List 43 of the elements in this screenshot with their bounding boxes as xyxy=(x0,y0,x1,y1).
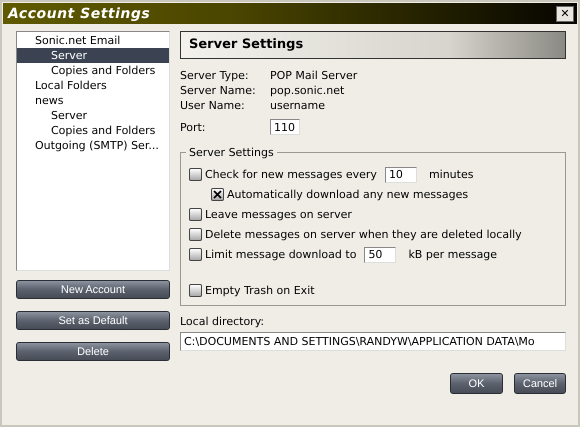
side-button[interactable]: Set as Default xyxy=(16,311,170,330)
window-title: Account Settings xyxy=(8,6,150,22)
checkbox[interactable] xyxy=(189,284,202,297)
checkbox[interactable] xyxy=(189,248,202,261)
dialog-button[interactable]: OK xyxy=(450,373,503,394)
port-label: Port: xyxy=(180,120,207,134)
option-label: Delete messages on server when they are deleted locally xyxy=(205,228,522,241)
local-directory-field[interactable]: C:\DOCUMENTS AND SETTINGS\RANDYW\APPLICATION DATA\Mo xyxy=(180,332,566,351)
tree-item[interactable]: Copies and Folders xyxy=(17,123,169,138)
checkbox[interactable] xyxy=(189,208,202,221)
info-value: POP Mail Server xyxy=(270,68,358,83)
tree-item[interactable]: Sonic.net Email xyxy=(17,33,169,48)
option-suffix: kB per message xyxy=(408,248,498,261)
tree-item[interactable]: Outgoing (SMTP) Ser... xyxy=(17,138,169,153)
number-field[interactable]: 10 xyxy=(384,166,417,182)
option-label: Leave messages on server xyxy=(205,208,352,221)
tree-item[interactable]: Copies and Folders xyxy=(17,63,169,78)
tree-item[interactable]: Server xyxy=(17,48,169,63)
checkbox[interactable] xyxy=(211,188,224,201)
info-label: Server Name: xyxy=(180,83,257,98)
option-label: Empty Trash on Exit xyxy=(205,284,315,297)
checkbox[interactable] xyxy=(189,228,202,241)
number-field[interactable]: 50 xyxy=(364,246,396,262)
side-button[interactable]: New Account xyxy=(16,280,170,299)
tree-item[interactable]: Server xyxy=(17,108,169,123)
section-header: Server Settings xyxy=(180,31,566,59)
checkbox[interactable] xyxy=(189,168,202,181)
group-title: Server Settings xyxy=(188,146,275,159)
option-label: Limit message download to xyxy=(205,248,356,261)
local-directory-label: Local directory: xyxy=(180,315,266,328)
option-label: Automatically download any new messages xyxy=(227,188,468,201)
info-label: Server Type: xyxy=(180,68,250,83)
close-button[interactable]: ✕ xyxy=(556,6,574,22)
option-suffix: minutes xyxy=(428,168,474,181)
side-button[interactable]: Delete xyxy=(16,342,170,361)
info-value: username xyxy=(270,98,325,113)
port-field[interactable]: 110 xyxy=(270,119,300,135)
info-label: User Name: xyxy=(180,98,246,113)
option-label: Check for new messages every xyxy=(205,168,377,181)
info-value: pop.sonic.net xyxy=(270,83,344,98)
tree-item[interactable]: news xyxy=(17,93,169,108)
tree-item[interactable]: Local Folders xyxy=(17,78,169,93)
dialog-button[interactable]: Cancel xyxy=(514,373,566,394)
